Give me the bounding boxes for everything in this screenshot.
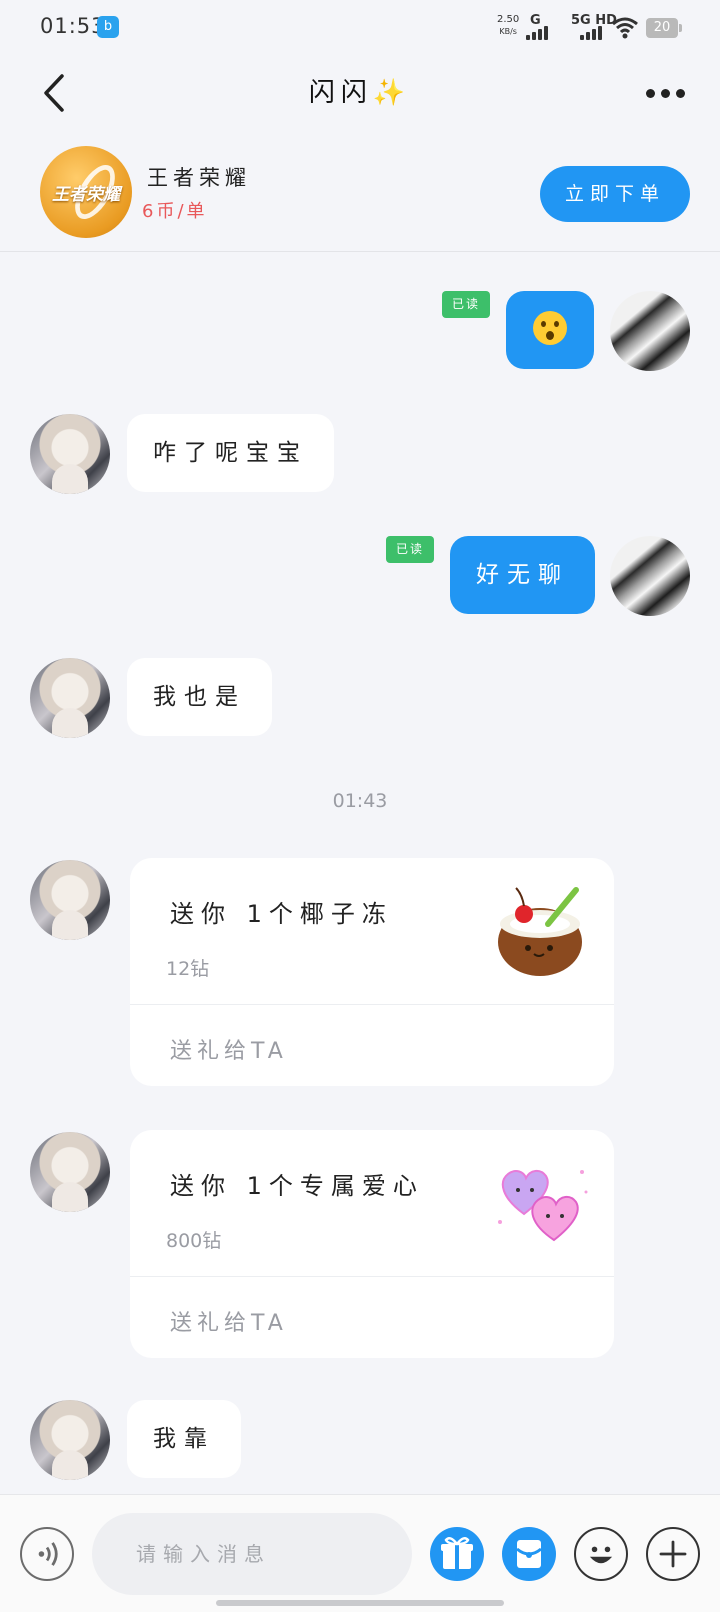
order-now-button[interactable]: 立即下单 xyxy=(540,166,690,222)
contact-avatar[interactable] xyxy=(30,1400,110,1480)
battery-icon: 20 xyxy=(646,18,682,38)
message-bubble-outgoing[interactable] xyxy=(506,291,594,369)
chat-title: 闪闪✨ xyxy=(308,78,412,108)
gift-card[interactable]: 送你 1个椰子冻 12钻 送礼给TA xyxy=(130,858,614,1086)
more-options-icon[interactable] xyxy=(640,80,692,104)
gift-cost: 800钻 xyxy=(166,1230,222,1252)
chat-timestamp: 01:43 xyxy=(332,790,388,812)
message-bubble-incoming[interactable]: 我靠 xyxy=(127,1400,241,1478)
read-badge: 已读 xyxy=(442,291,490,318)
contact-avatar[interactable] xyxy=(30,1132,110,1212)
signal-icon xyxy=(580,24,606,40)
voice-icon[interactable] xyxy=(20,1527,74,1581)
home-indicator[interactable] xyxy=(216,1600,504,1606)
status-time: 01:53 xyxy=(40,14,106,38)
emoji-icon[interactable] xyxy=(574,1527,628,1581)
plus-icon[interactable] xyxy=(646,1527,700,1581)
wifi-icon xyxy=(612,17,638,39)
divider xyxy=(130,1004,614,1005)
message-bubble-outgoing[interactable]: 好无聊 xyxy=(450,536,595,614)
red-packet-icon[interactable] xyxy=(502,1527,556,1581)
send-gift-link[interactable]: 送礼给TA xyxy=(170,1305,288,1337)
gift-card[interactable]: 送你 1个专属爱心 800钻 送礼给TA xyxy=(130,1130,614,1358)
read-badge: 已读 xyxy=(386,536,434,563)
gift-icon[interactable] xyxy=(430,1527,484,1581)
gift-cost: 12钻 xyxy=(166,958,210,980)
network-speed: 2.50 KB/s xyxy=(497,14,520,36)
hushed-face-icon xyxy=(533,310,567,345)
game-name: 王者荣耀 xyxy=(147,166,251,190)
message-input-bar xyxy=(0,1494,720,1612)
chat-header: 闪闪✨ xyxy=(0,56,720,132)
gift-title: 送你 1个椰子冻 xyxy=(170,900,393,928)
message-input-container[interactable] xyxy=(92,1513,412,1595)
divider xyxy=(130,1276,614,1277)
status-bar: 01:53 b 2.50 KB/s G 5G HD 20 xyxy=(0,0,720,56)
game-logo: 王者荣耀 xyxy=(40,146,132,238)
message-bubble-incoming[interactable]: 我也是 xyxy=(127,658,272,736)
my-avatar[interactable] xyxy=(610,536,690,616)
contact-avatar[interactable] xyxy=(30,860,110,940)
hearts-icon xyxy=(498,1170,588,1242)
coconut-jelly-icon xyxy=(498,887,582,976)
message-bubble-incoming[interactable]: 咋了呢宝宝 xyxy=(127,414,334,492)
message-input[interactable] xyxy=(92,1513,412,1595)
contact-avatar[interactable] xyxy=(30,658,110,738)
send-gift-link[interactable]: 送礼给TA xyxy=(170,1033,288,1065)
contact-avatar[interactable] xyxy=(30,414,110,494)
my-avatar[interactable] xyxy=(610,291,690,371)
game-service-bar: 王者荣耀 王者荣耀 6币/单 立即下单 xyxy=(0,132,720,252)
signal-icon xyxy=(526,24,552,40)
notification-app-icon: b xyxy=(97,16,119,38)
gift-title: 送你 1个专属爱心 xyxy=(170,1172,424,1200)
game-price: 6币/单 xyxy=(142,201,208,222)
